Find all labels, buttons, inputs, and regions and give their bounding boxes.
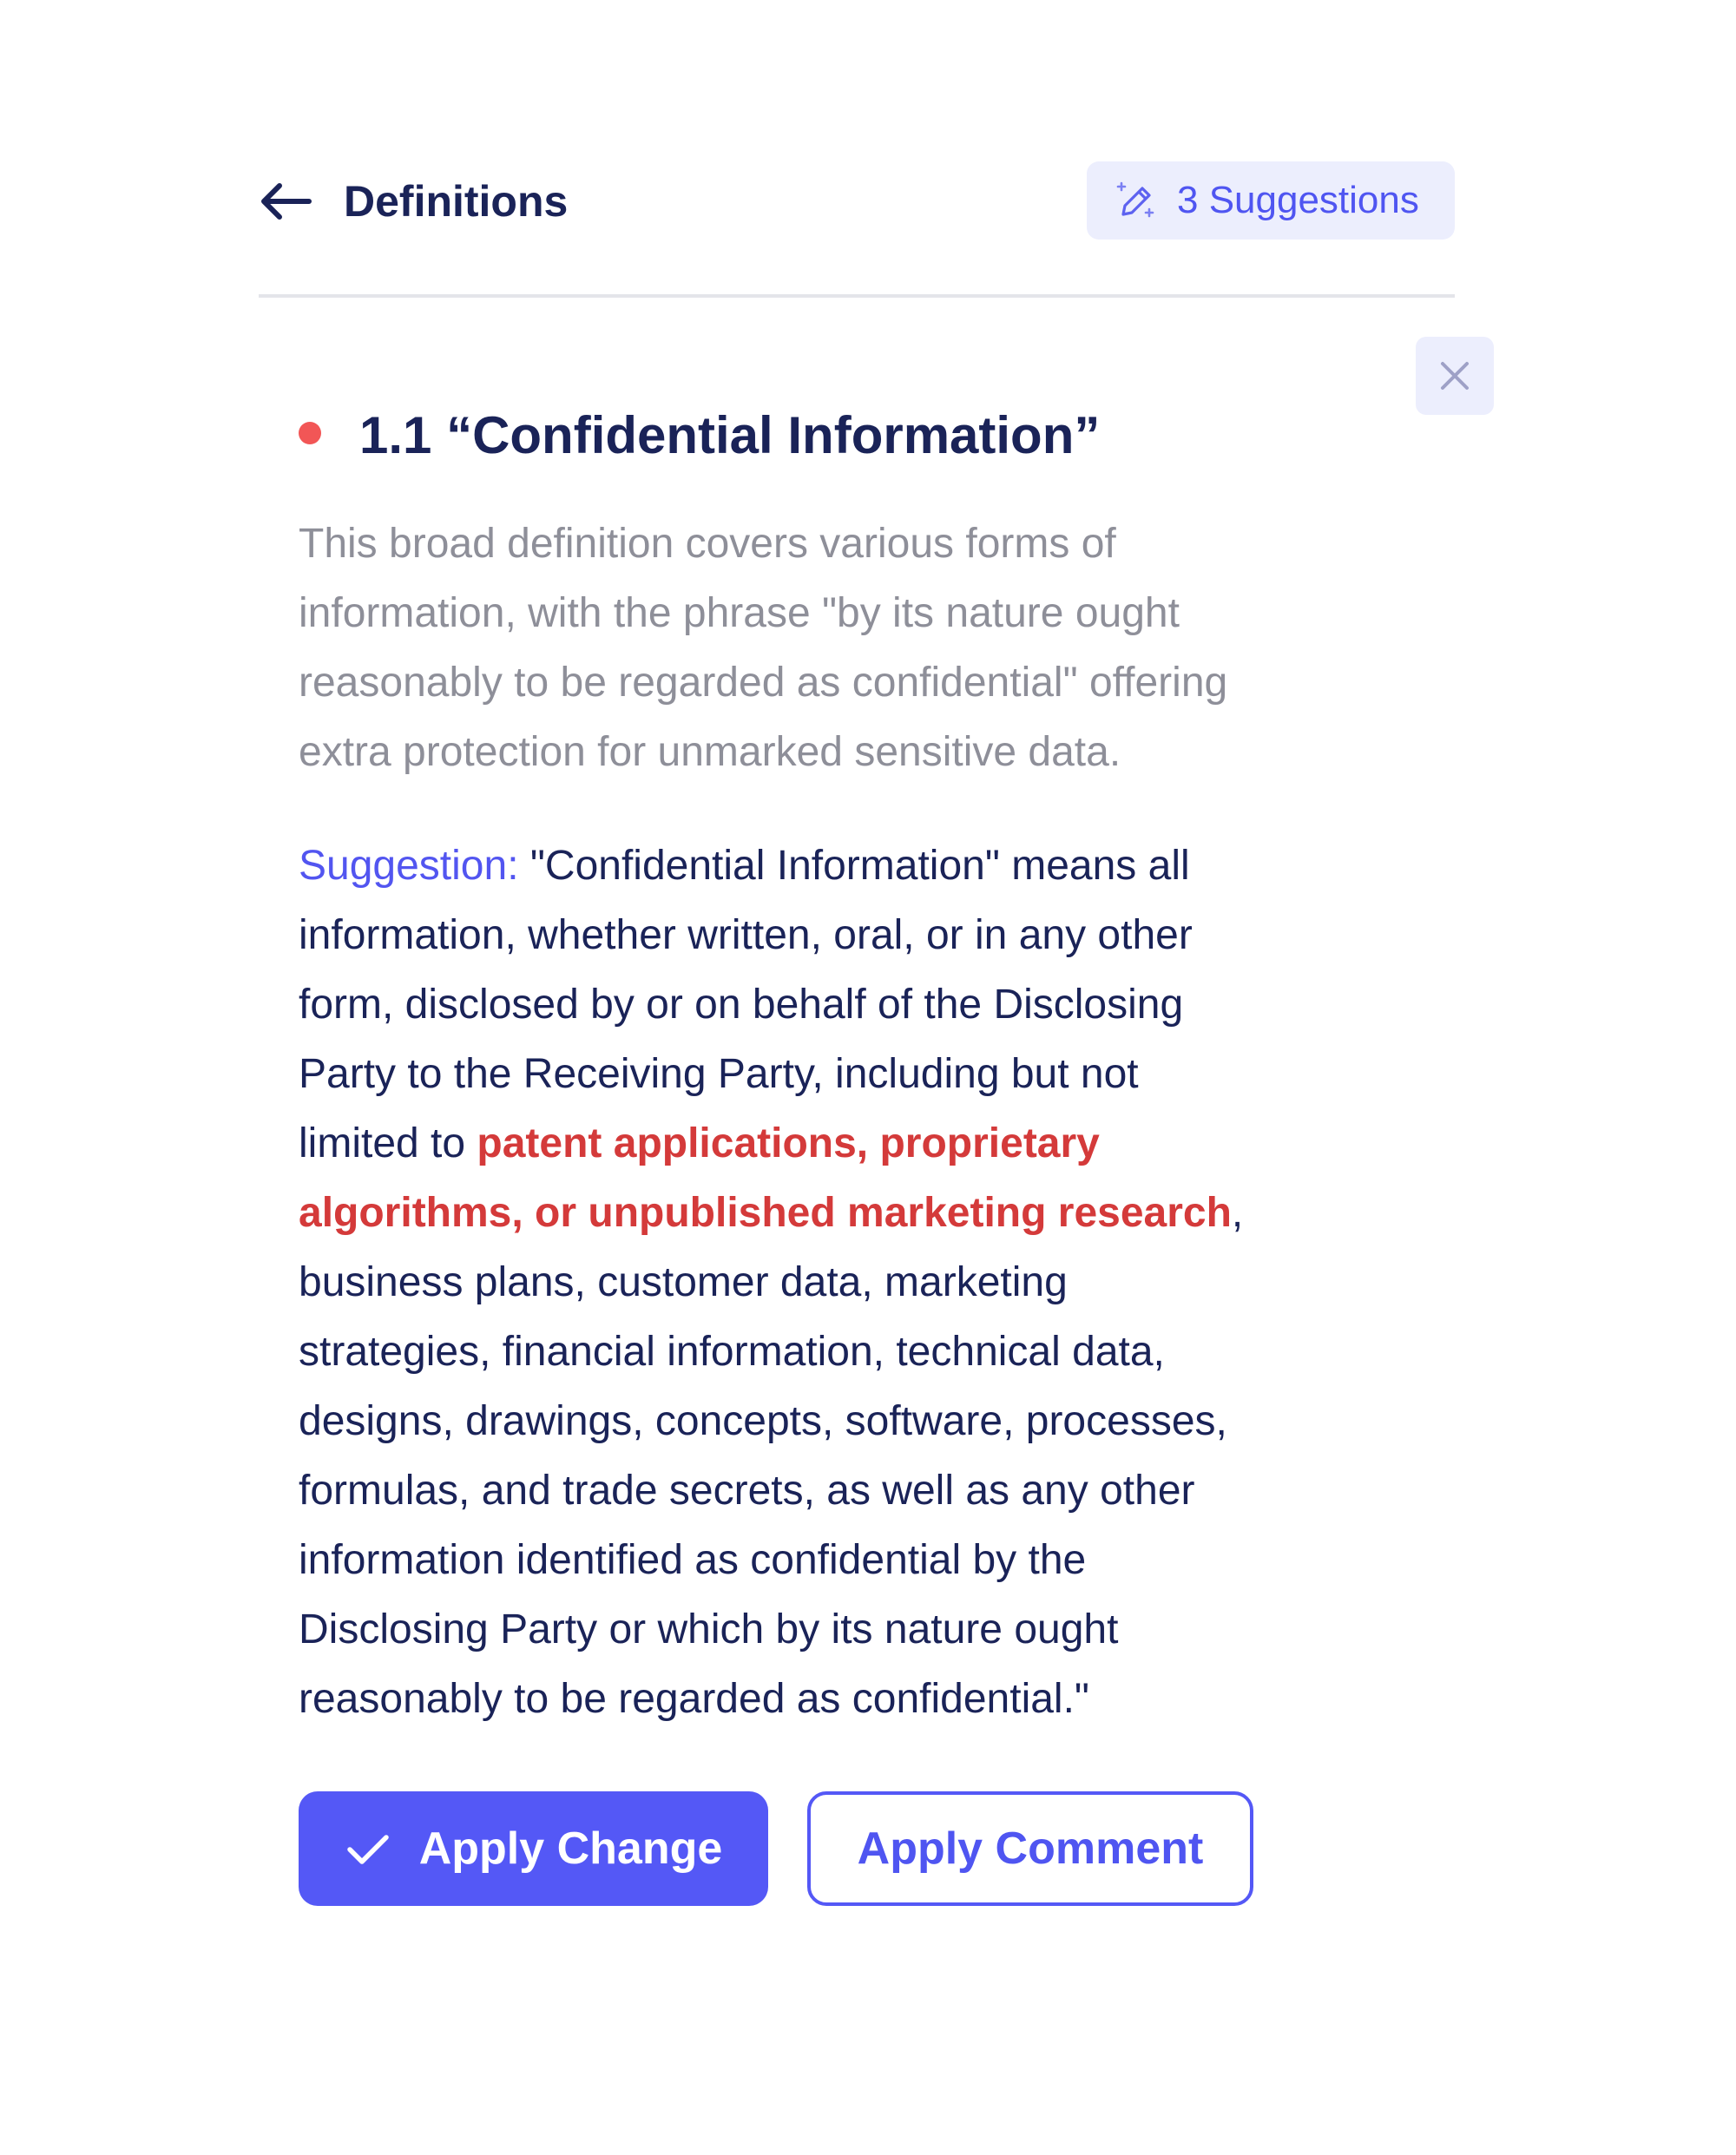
divider bbox=[259, 294, 1455, 298]
apply-comment-button[interactable]: Apply Comment bbox=[807, 1791, 1253, 1906]
arrow-left-icon bbox=[261, 183, 312, 220]
description-line: information, with the phrase "by its nat… bbox=[299, 590, 1180, 636]
back-button[interactable] bbox=[259, 182, 312, 220]
clause-title: 1.1 “Confidential Information” bbox=[359, 406, 1101, 464]
suggestion-text: Suggestion: "Confidential Information" m… bbox=[299, 831, 1453, 1734]
suggestion-line: limited to patent applications, propriet… bbox=[299, 1109, 1453, 1179]
close-icon bbox=[1441, 362, 1469, 390]
suggestion-line: information identified as confidential b… bbox=[299, 1537, 1087, 1583]
suggestion-line-text: , bbox=[1231, 1190, 1244, 1236]
suggestion-line: designs, drawings, concepts, software, p… bbox=[299, 1398, 1227, 1444]
suggestion-line: Suggestion: "Confidential Information" m… bbox=[299, 831, 1453, 901]
suggestion-line: form, disclosed by or on behalf of the D… bbox=[299, 982, 1184, 1028]
suggestion-line: Disclosing Party or which by its nature … bbox=[299, 1606, 1119, 1652]
header: Definitions 3 Suggestions bbox=[259, 161, 1455, 241]
apply-comment-label: Apply Comment bbox=[857, 1823, 1204, 1874]
suggestion-line: algorithms, or unpublished marketing res… bbox=[299, 1179, 1453, 1248]
close-button[interactable] bbox=[1416, 337, 1494, 415]
suggestion-line: Party to the Receiving Party, including … bbox=[299, 1051, 1139, 1097]
status-dot bbox=[299, 422, 321, 444]
clause-description: This broad definition covers various for… bbox=[299, 509, 1427, 787]
highlighted-change: patent applications, proprietary bbox=[477, 1120, 1100, 1166]
suggestions-count-button[interactable]: 3 Suggestions bbox=[1087, 161, 1455, 240]
page-title: Definitions bbox=[344, 177, 569, 226]
suggestion-label: Suggestion: bbox=[299, 843, 519, 889]
suggestion-panel: Definitions 3 Suggestions 1.1 “Confident… bbox=[0, 0, 1736, 2155]
suggestion-line: formulas, and trade secrets, as well as … bbox=[299, 1468, 1195, 1514]
description-line: extra protection for unmarked sensitive … bbox=[299, 729, 1121, 775]
suggestion-line-text: "Confidential Information" means all bbox=[518, 843, 1190, 889]
suggestion-line: business plans, customer data, marketing bbox=[299, 1259, 1068, 1305]
apply-change-button[interactable]: Apply Change bbox=[299, 1791, 768, 1906]
suggestion-line-text: limited to bbox=[299, 1120, 477, 1166]
description-line: reasonably to be regarded as confidentia… bbox=[299, 660, 1228, 706]
highlighted-change: algorithms, or unpublished marketing res… bbox=[299, 1190, 1232, 1236]
suggestion-line: strategies, financial information, techn… bbox=[299, 1329, 1165, 1375]
description-line: This broad definition covers various for… bbox=[299, 521, 1116, 567]
magic-pen-icon bbox=[1116, 181, 1154, 218]
apply-change-label: Apply Change bbox=[418, 1823, 723, 1874]
check-icon bbox=[346, 1835, 389, 1864]
suggestion-line: reasonably to be regarded as confidentia… bbox=[299, 1676, 1089, 1722]
suggestion-line: information, whether written, oral, or i… bbox=[299, 912, 1193, 958]
suggestions-count-label: 3 Suggestions bbox=[1177, 179, 1419, 221]
